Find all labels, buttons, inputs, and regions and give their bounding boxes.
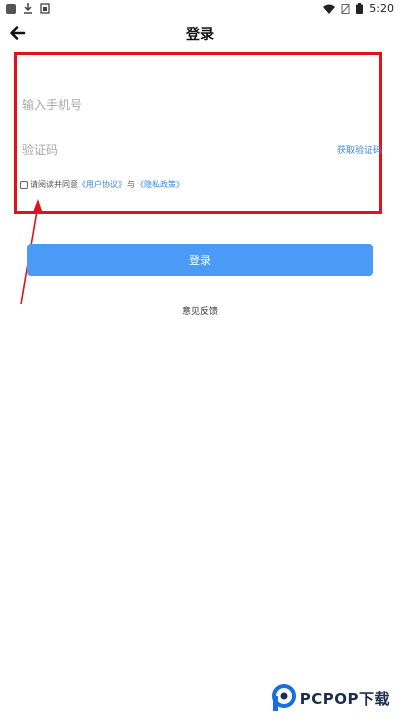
privacy-policy-link[interactable]: 《隐私政策》 xyxy=(136,179,184,190)
login-form: 获取验证码 请阅读并同意 《用户协议》 与 《隐私政策》 xyxy=(14,52,382,214)
pcpop-logo-icon xyxy=(271,684,296,711)
feedback-link[interactable]: 意见反馈 xyxy=(0,304,400,317)
sim-icon xyxy=(40,3,50,14)
verification-code-input[interactable] xyxy=(20,137,264,163)
download-icon xyxy=(24,3,32,14)
phone-input[interactable] xyxy=(20,92,364,118)
status-right: 5:20 xyxy=(323,2,394,15)
title-bar: 登录 xyxy=(0,18,400,48)
user-agreement-link[interactable]: 《用户协议》 xyxy=(78,179,126,190)
watermark: PCPOP下载 xyxy=(270,684,390,712)
agreement-joiner: 与 xyxy=(127,180,135,189)
status-bar: 5:20 xyxy=(0,0,400,18)
watermark-text: PCPOP下载 xyxy=(299,689,390,708)
status-left xyxy=(6,3,50,14)
page-title: 登录 xyxy=(186,27,214,43)
agree-checkbox[interactable] xyxy=(20,180,28,189)
agreement-prefix: 请阅读并同意 xyxy=(30,180,78,189)
app-icon xyxy=(6,3,16,14)
wifi-icon xyxy=(323,4,336,14)
get-code-button[interactable]: 获取验证码 xyxy=(337,143,382,156)
status-time: 5:20 xyxy=(369,2,394,15)
battery-icon xyxy=(356,3,364,14)
agreement-row: 请阅读并同意 《用户协议》 与 《隐私政策》 xyxy=(20,179,184,190)
login-button[interactable]: 登录 xyxy=(27,244,373,276)
no-sim-icon xyxy=(341,3,350,14)
